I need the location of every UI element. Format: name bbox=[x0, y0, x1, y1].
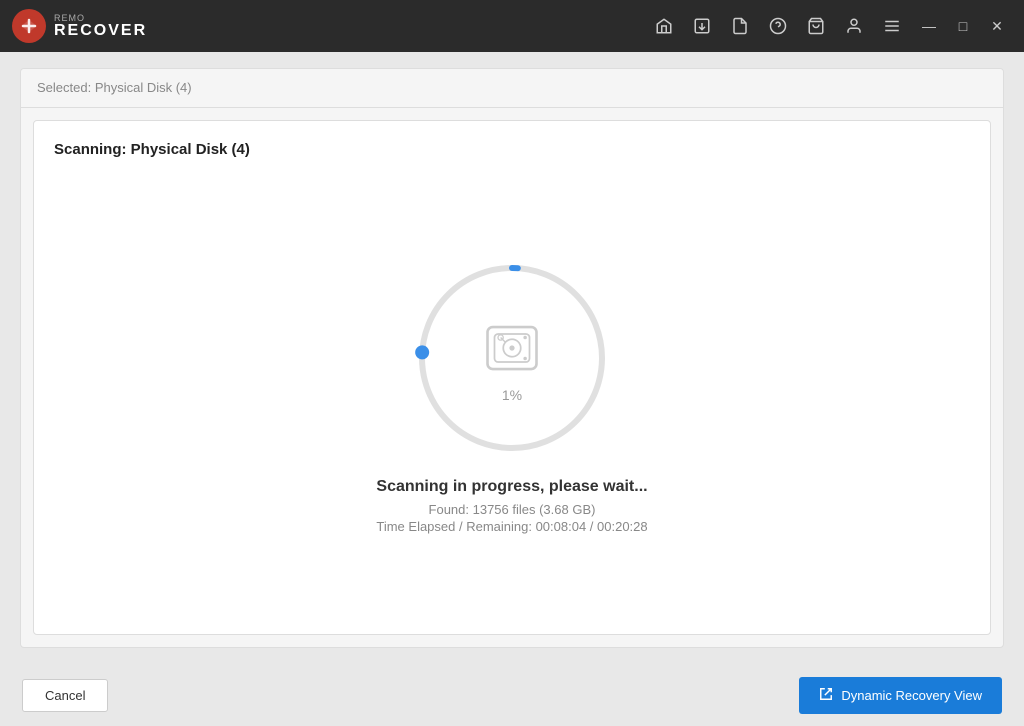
outer-card: Selected: Physical Disk (4) Scanning: Ph… bbox=[20, 68, 1004, 648]
outer-card-header: Selected: Physical Disk (4) bbox=[21, 69, 1003, 108]
download-icon[interactable] bbox=[692, 16, 712, 36]
maximize-button[interactable]: □ bbox=[948, 11, 978, 41]
help-icon[interactable] bbox=[768, 16, 788, 36]
footer: Cancel Dynamic Recovery View bbox=[0, 664, 1024, 726]
logo-text: remo RECOVER bbox=[54, 14, 147, 39]
user-icon[interactable] bbox=[844, 16, 864, 36]
scanning-found: Found: 13756 files (3.68 GB) bbox=[376, 502, 647, 517]
progress-container: 1% Scanning in progress, please wait... … bbox=[376, 178, 647, 614]
dynamic-recovery-icon bbox=[819, 687, 833, 704]
file-icon[interactable] bbox=[730, 16, 750, 36]
toolbar-icons bbox=[654, 16, 902, 36]
title-bar: remo RECOVER bbox=[0, 0, 1024, 52]
circle-inner: 1% bbox=[477, 313, 547, 403]
window-controls: — □ ✕ bbox=[914, 11, 1012, 41]
dynamic-recovery-button[interactable]: Dynamic Recovery View bbox=[799, 677, 1002, 714]
dynamic-recovery-label: Dynamic Recovery View bbox=[841, 688, 982, 703]
minimize-button[interactable]: — bbox=[914, 11, 944, 41]
close-button[interactable]: ✕ bbox=[982, 11, 1012, 41]
scanning-title: Scanning: Physical Disk (4) bbox=[54, 141, 250, 158]
cancel-button[interactable]: Cancel bbox=[22, 679, 108, 712]
menu-icon[interactable] bbox=[882, 16, 902, 36]
main-content: Selected: Physical Disk (4) Scanning: Ph… bbox=[0, 52, 1024, 664]
hdd-icon bbox=[477, 313, 547, 383]
logo: remo RECOVER bbox=[12, 9, 654, 43]
cart-icon[interactable] bbox=[806, 16, 826, 36]
inner-card: Scanning: Physical Disk (4) bbox=[33, 120, 991, 635]
home-icon[interactable] bbox=[654, 16, 674, 36]
progress-percent: 1% bbox=[502, 387, 522, 403]
scanning-status: Scanning in progress, please wait... Fou… bbox=[376, 478, 647, 534]
scanning-time: Time Elapsed / Remaining: 00:08:04 / 00:… bbox=[376, 519, 647, 534]
selected-label: Selected: Physical Disk (4) bbox=[37, 80, 192, 95]
logo-recover: RECOVER bbox=[54, 23, 147, 39]
logo-icon bbox=[12, 9, 46, 43]
scanning-main-text: Scanning in progress, please wait... bbox=[376, 478, 647, 496]
circle-progress-wrapper: 1% bbox=[412, 258, 612, 458]
